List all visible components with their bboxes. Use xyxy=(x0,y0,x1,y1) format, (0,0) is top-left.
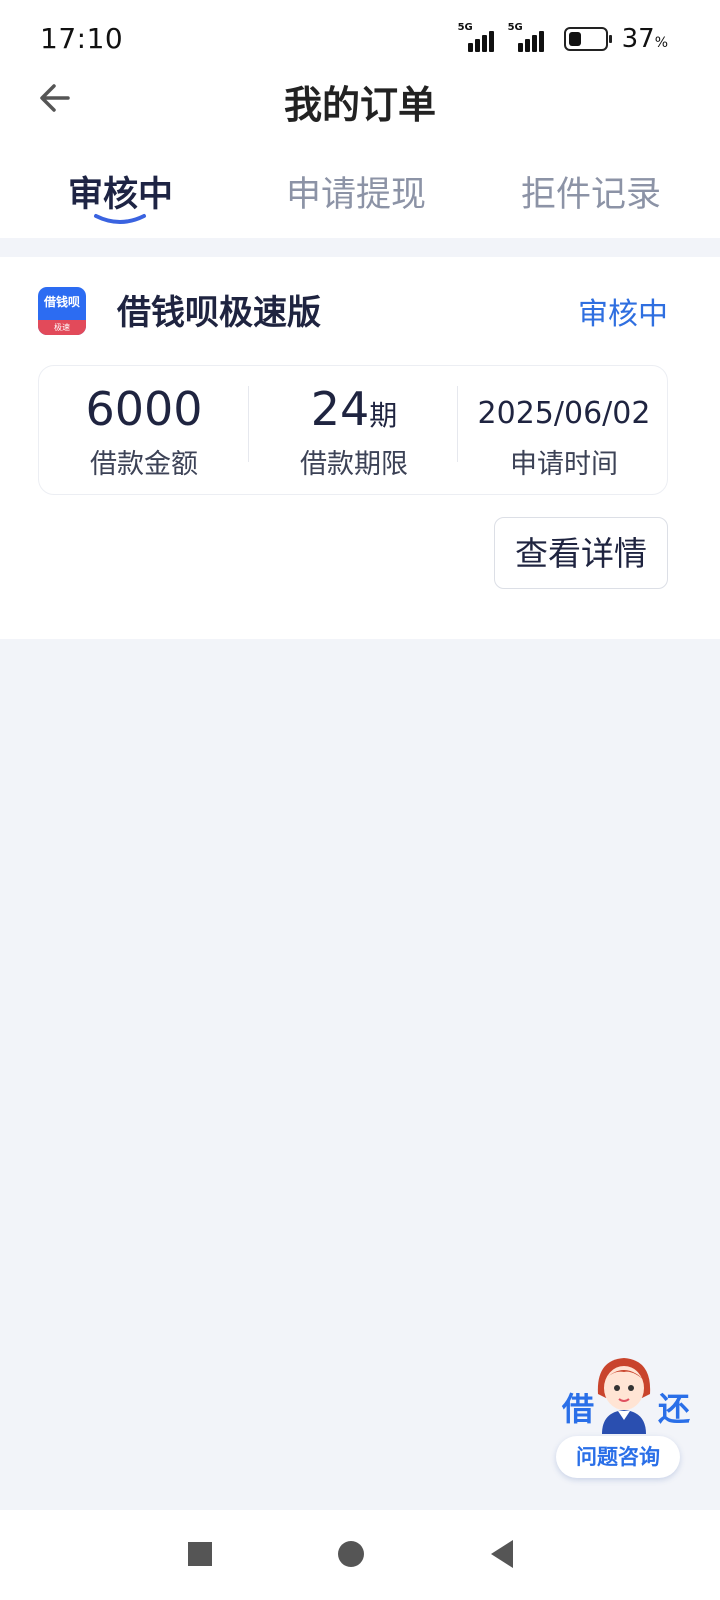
loan-term-label: 借款期限 xyxy=(300,449,408,480)
status-bar: 17:10 5G 5G 37% xyxy=(0,0,720,70)
signal-icon: 5G xyxy=(458,22,500,52)
loan-term: 24期 借款期限 xyxy=(249,366,459,496)
help-left-char: 借 xyxy=(562,1390,595,1428)
battery-icon xyxy=(563,27,612,51)
app-logo: 借钱呗 极速 xyxy=(38,287,86,335)
apply-date-value: 2025/06/02 xyxy=(477,396,651,431)
signal-label: 5G xyxy=(507,22,523,33)
signal-label: 5G xyxy=(457,22,473,33)
back-nav-icon[interactable] xyxy=(485,1536,521,1572)
app-name: 借钱呗极速版 xyxy=(117,293,321,333)
apply-date: 2025/06/02 申请时间 xyxy=(459,366,669,496)
order-info: 6000 借款金额 24期 借款期限 2025/06/02 申请时间 xyxy=(38,365,668,495)
apply-date-label: 申请时间 xyxy=(510,449,618,480)
loan-term-value: 24期 xyxy=(310,382,398,436)
status-icons: 5G 5G 37% xyxy=(458,22,668,56)
loan-amount-value: 6000 xyxy=(85,382,203,436)
tab-reviewing[interactable]: 审核中 xyxy=(68,166,173,217)
tab-withdraw[interactable]: 申请提现 xyxy=(286,166,426,217)
loan-amount-label: 借款金额 xyxy=(90,449,198,480)
nav-bar: 我的订单 xyxy=(0,70,720,130)
support-agent-icon xyxy=(597,1358,651,1434)
help-consult-label: 问题咨询 xyxy=(556,1436,680,1478)
tab-bar: 审核中 申请提现 拒件记录 xyxy=(0,130,720,238)
page-title: 我的订单 xyxy=(283,83,436,127)
view-details-button[interactable]: 查看详情 xyxy=(494,517,668,589)
help-right-char: 还 xyxy=(657,1390,690,1428)
order-card[interactable]: 借钱呗 极速 借钱呗极速版 审核中 6000 借款金额 24期 借款期限 202… xyxy=(0,257,720,639)
help-consult-widget[interactable]: 借 还 问题咨询 xyxy=(556,1356,690,1486)
recents-icon[interactable] xyxy=(182,1536,218,1572)
tab-indicator xyxy=(94,214,146,224)
system-nav-bar xyxy=(0,1510,720,1600)
order-status: 审核中 xyxy=(578,297,668,332)
battery-level: 37% xyxy=(621,24,668,54)
tab-rejected[interactable]: 拒件记录 xyxy=(521,166,661,217)
status-time: 17:10 xyxy=(40,22,124,55)
signal-icon: 5G xyxy=(508,22,550,52)
loan-amount: 6000 借款金额 xyxy=(39,366,249,496)
home-icon[interactable] xyxy=(333,1536,369,1572)
